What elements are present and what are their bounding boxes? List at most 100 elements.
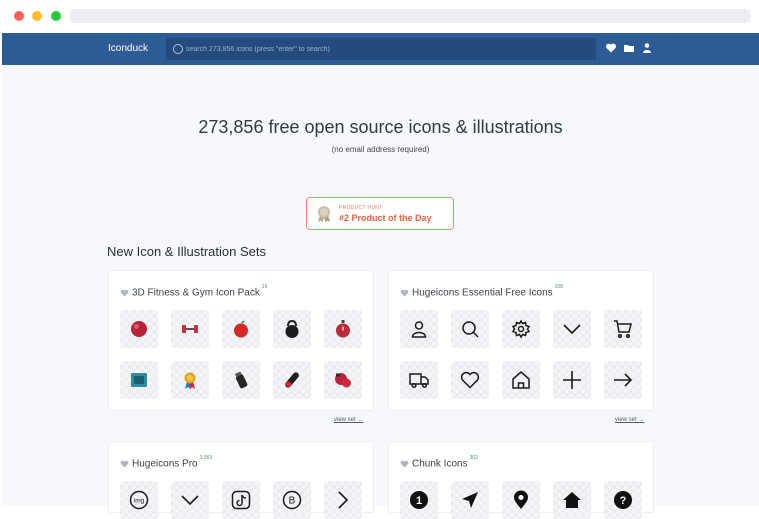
chevron-down-icon bbox=[563, 324, 581, 335]
kettlebell-icon bbox=[285, 319, 299, 338]
icon-tile[interactable] bbox=[222, 481, 260, 519]
icon-tile[interactable] bbox=[273, 310, 311, 348]
icon-tile[interactable]: ? bbox=[604, 481, 642, 519]
chevron-right-icon bbox=[338, 491, 349, 509]
product-hunt-badge[interactable]: PRODUCT HUNT #2 Product of the Day bbox=[306, 197, 454, 230]
icon-set-card[interactable]: Hugeicons Pro3,369 img B bbox=[108, 441, 374, 519]
badge-title: #2 Product of the Day bbox=[339, 213, 432, 223]
browser-toolbar bbox=[0, 0, 759, 33]
card-header: Hugeicons Essential Free Icons108 bbox=[400, 284, 563, 298]
search-icon bbox=[173, 44, 183, 54]
gear-icon bbox=[511, 319, 531, 339]
favorite-heart-icon[interactable] bbox=[400, 289, 409, 297]
search-icon bbox=[462, 321, 479, 338]
icon-tile[interactable] bbox=[273, 361, 311, 399]
site-logo[interactable]: Iconduck bbox=[108, 43, 148, 54]
icon-tile[interactable] bbox=[604, 361, 642, 399]
favorite-heart-icon[interactable] bbox=[120, 289, 129, 297]
dumbbell-icon bbox=[182, 325, 198, 333]
icon-tile[interactable] bbox=[120, 361, 158, 399]
close-window-button[interactable] bbox=[14, 11, 24, 21]
navigation-icon bbox=[462, 492, 478, 508]
icon-tile[interactable] bbox=[324, 481, 362, 519]
section-title: New Icon & Illustration Sets bbox=[107, 244, 266, 259]
arrow-right-icon bbox=[614, 373, 633, 387]
folder-icon[interactable] bbox=[623, 42, 635, 54]
icon-count: 16 bbox=[261, 284, 268, 290]
icon-tile[interactable] bbox=[324, 310, 362, 348]
icon-tile[interactable]: B bbox=[273, 481, 311, 519]
favorite-heart-icon[interactable] bbox=[400, 460, 409, 468]
address-bar[interactable] bbox=[70, 9, 750, 23]
bottle-icon bbox=[234, 371, 248, 389]
icon-tile[interactable] bbox=[171, 481, 209, 519]
icon-tile[interactable] bbox=[553, 361, 591, 399]
card-header: 3D Fitness & Gym Icon Pack16 bbox=[120, 284, 268, 298]
icon-set-card[interactable]: 3D Fitness & Gym Icon Pack16 bbox=[108, 270, 374, 411]
user-icon bbox=[411, 321, 427, 338]
boxing-glove-icon bbox=[335, 373, 351, 388]
ball-icon bbox=[131, 321, 147, 337]
icon-tile[interactable] bbox=[553, 310, 591, 348]
heart-icon[interactable] bbox=[605, 42, 617, 54]
icon-tile[interactable] bbox=[324, 361, 362, 399]
medal-icon bbox=[184, 372, 196, 389]
card-title[interactable]: Hugeicons Pro bbox=[132, 458, 198, 469]
icon-tile[interactable] bbox=[400, 361, 438, 399]
svg-text:?: ? bbox=[620, 495, 627, 507]
home-icon bbox=[512, 371, 530, 389]
home-solid-icon bbox=[563, 492, 581, 508]
truck-icon bbox=[409, 373, 429, 389]
search-box[interactable] bbox=[166, 38, 596, 60]
icon-tile[interactable] bbox=[604, 310, 642, 348]
card-title[interactable]: Chunk Icons bbox=[412, 458, 468, 469]
favorite-heart-icon[interactable] bbox=[120, 460, 129, 468]
maximize-window-button[interactable] bbox=[51, 11, 61, 21]
icon-tile[interactable] bbox=[451, 361, 489, 399]
icon-tile[interactable] bbox=[502, 361, 540, 399]
view-set-link[interactable]: view set → bbox=[615, 417, 644, 423]
search-input[interactable] bbox=[186, 38, 586, 60]
card-title[interactable]: 3D Fitness & Gym Icon Pack bbox=[132, 287, 260, 298]
apple-icon bbox=[234, 320, 248, 338]
icon-tile[interactable] bbox=[222, 310, 260, 348]
icon-tile[interactable] bbox=[502, 310, 540, 348]
badge-caption: PRODUCT HUNT bbox=[339, 205, 383, 211]
icon-tile[interactable] bbox=[171, 310, 209, 348]
minimize-window-button[interactable] bbox=[32, 11, 42, 21]
icon-count: 108 bbox=[554, 284, 563, 290]
question-icon: ? bbox=[614, 491, 632, 509]
chevron-down-icon bbox=[181, 495, 199, 506]
icon-set-card[interactable]: Chunk Icons302 1 ? bbox=[388, 441, 654, 519]
icon-tile[interactable]: 1 bbox=[400, 481, 438, 519]
card-title[interactable]: Hugeicons Essential Free Icons bbox=[412, 287, 553, 298]
icon-tile[interactable] bbox=[451, 481, 489, 519]
site-header: Iconduck bbox=[2, 33, 759, 65]
number-one-icon: 1 bbox=[410, 491, 428, 509]
roller-icon bbox=[285, 372, 299, 388]
cart-icon bbox=[614, 320, 632, 339]
icon-set-card[interactable]: Hugeicons Essential Free Icons108 bbox=[388, 270, 654, 411]
heart-icon bbox=[460, 371, 480, 389]
icon-tile[interactable]: img bbox=[120, 481, 158, 519]
tiktok-icon bbox=[231, 490, 251, 510]
icon-tile[interactable] bbox=[171, 361, 209, 399]
icon-tile[interactable] bbox=[400, 310, 438, 348]
view-set-link[interactable]: view set → bbox=[334, 417, 363, 423]
img-badge-icon: img bbox=[129, 490, 149, 510]
icon-tile[interactable] bbox=[222, 361, 260, 399]
user-icon[interactable] bbox=[641, 42, 653, 54]
page-subtitle: (no email address required) bbox=[331, 145, 430, 154]
page-title: 273,856 free open source icons & illustr… bbox=[198, 117, 563, 137]
icon-tile[interactable] bbox=[451, 310, 489, 348]
map-pin-icon bbox=[514, 490, 528, 509]
stopwatch-icon bbox=[336, 320, 350, 338]
icon-tile[interactable] bbox=[120, 310, 158, 348]
scale-icon bbox=[131, 373, 147, 387]
icon-tile[interactable] bbox=[502, 481, 540, 519]
icon-count: 302 bbox=[469, 455, 478, 461]
icon-count: 3,369 bbox=[199, 455, 213, 461]
plus-icon bbox=[563, 371, 581, 389]
card-header: Chunk Icons302 bbox=[400, 455, 478, 469]
icon-tile[interactable] bbox=[553, 481, 591, 519]
